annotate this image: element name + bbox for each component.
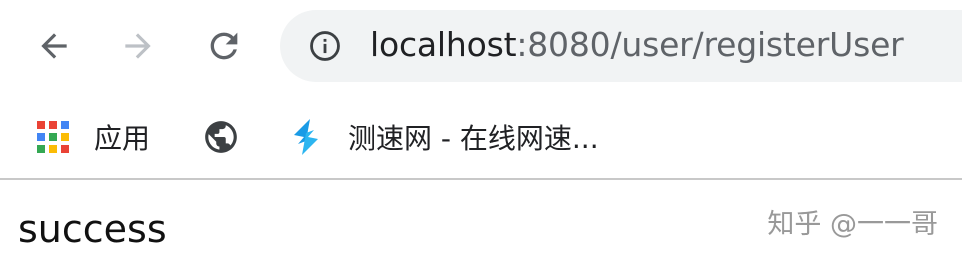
globe-icon: [205, 121, 237, 153]
forward-button[interactable]: [110, 18, 166, 74]
back-button[interactable]: [26, 18, 82, 74]
address-bar[interactable]: localhost:8080/user/registerUser: [280, 10, 962, 82]
url-text[interactable]: localhost:8080/user/registerUser: [370, 24, 904, 66]
bookmarks-bar: 应用 测速网 - 在线网速...: [0, 94, 962, 180]
info-icon[interactable]: [308, 29, 342, 63]
reload-icon: [210, 32, 238, 60]
bookmark-globe[interactable]: [202, 94, 240, 180]
url-host: localhost: [370, 25, 517, 64]
forward-arrow-icon: [125, 33, 151, 59]
back-arrow-icon: [41, 33, 67, 59]
bookmark-speedtest-label: 测速网 - 在线网速...: [348, 122, 599, 155]
reload-button[interactable]: [196, 18, 252, 74]
apps-grid-icon: [37, 121, 69, 153]
browser-toolbar: localhost:8080/user/registerUser: [0, 0, 962, 94]
bookmark-speedtest[interactable]: 测速网 - 在线网速...: [286, 94, 599, 180]
bookmark-apps[interactable]: 应用: [36, 94, 150, 180]
speedtest-logo-icon: [294, 119, 318, 155]
page-content: success 知乎 @一一哥: [0, 182, 962, 260]
watermark: 知乎 @一一哥: [767, 209, 938, 240]
bookmark-apps-label: 应用: [94, 122, 151, 155]
response-text: success: [18, 207, 167, 251]
url-path: :8080/user/registerUser: [516, 25, 904, 64]
